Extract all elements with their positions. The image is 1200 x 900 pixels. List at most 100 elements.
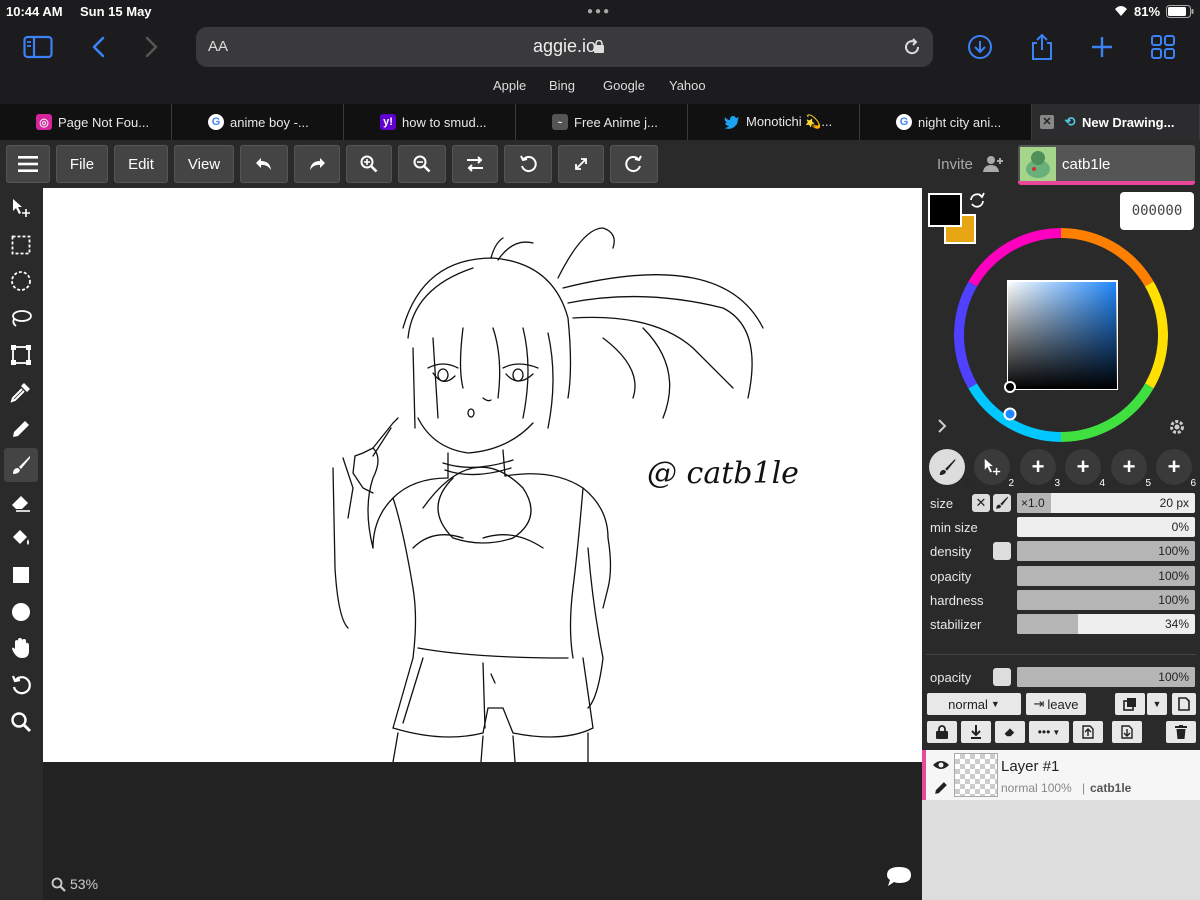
transform-tool[interactable]: [4, 338, 38, 372]
fill-tool[interactable]: [4, 521, 38, 555]
rect-select-tool[interactable]: [4, 228, 38, 262]
layer-item[interactable]: Layer #1 normal 100% | catb1le: [922, 750, 1200, 800]
blend-mode-select[interactable]: normal ▼: [927, 693, 1021, 715]
brush-preset-2[interactable]: 2: [974, 449, 1014, 489]
rotate-tool[interactable]: [4, 668, 38, 702]
favorite-apple[interactable]: Apple: [493, 78, 526, 93]
density-checkbox[interactable]: [993, 542, 1011, 560]
reload-icon[interactable]: [902, 37, 922, 57]
brush-preset-5[interactable]: +5: [1111, 449, 1151, 489]
opacity-slider[interactable]: 100%: [1017, 566, 1195, 586]
tab-free-anime[interactable]: ~ Free Anime j...: [516, 104, 688, 140]
zoom-indicator[interactable]: 53%: [51, 876, 98, 892]
new-layer-button[interactable]: [1172, 693, 1196, 715]
edit-button[interactable]: Edit: [114, 145, 168, 183]
stabilizer-slider[interactable]: 34%: [1017, 614, 1195, 634]
brush-tool[interactable]: [4, 448, 38, 482]
rotate-right-button[interactable]: [610, 145, 658, 183]
min-size-slider[interactable]: 0%: [1017, 517, 1195, 537]
brush-preset-3[interactable]: +3: [1020, 449, 1060, 489]
leave-label: leave: [1047, 696, 1079, 712]
eyedropper-tool[interactable]: [4, 375, 38, 409]
hex-color-input[interactable]: 000000: [1120, 192, 1194, 230]
clear-layer-button[interactable]: [995, 721, 1025, 743]
share-icon[interactable]: [1024, 30, 1060, 64]
menu-button[interactable]: [6, 145, 50, 183]
tab-overview-icon[interactable]: [1145, 30, 1181, 64]
zoom-in-button[interactable]: [346, 145, 392, 183]
back-icon[interactable]: [80, 30, 116, 64]
sidebar-toggle-icon[interactable]: [20, 30, 56, 64]
leave-button[interactable]: ⇥ leave: [1026, 693, 1086, 715]
merge-down-button[interactable]: [961, 721, 991, 743]
gear-icon[interactable]: [1168, 418, 1186, 436]
downloads-icon[interactable]: [962, 30, 998, 64]
brush-preset-1[interactable]: 1: [929, 449, 969, 489]
new-tab-icon[interactable]: [1084, 30, 1120, 64]
favorites-bar: Apple Bing Google Yahoo: [0, 74, 1200, 98]
close-tab-icon[interactable]: ✕: [1040, 115, 1054, 129]
user-badge[interactable]: catb1le: [1018, 145, 1195, 185]
add-user-icon[interactable]: [983, 155, 1003, 173]
size-brush-icon[interactable]: [993, 494, 1011, 512]
drawing-canvas[interactable]: @ catb1le: [43, 188, 922, 762]
primary-color-swatch[interactable]: [928, 193, 962, 227]
file-button[interactable]: File: [56, 145, 108, 183]
move-tool[interactable]: [4, 191, 38, 225]
favorite-yahoo[interactable]: Yahoo: [669, 78, 706, 93]
pencil-tool[interactable]: [4, 412, 38, 446]
color-wheel[interactable]: [954, 228, 1168, 442]
zoom-tool[interactable]: [4, 705, 38, 739]
export-layer-button[interactable]: [1112, 721, 1142, 743]
favorite-bing[interactable]: Bing: [549, 78, 575, 93]
fit-screen-button[interactable]: [558, 145, 604, 183]
delete-layer-button[interactable]: [1166, 721, 1196, 743]
tab-night-city[interactable]: G night city ani...: [860, 104, 1032, 140]
duplicate-options-button[interactable]: ▼: [1147, 693, 1167, 715]
forward-icon[interactable]: [134, 30, 170, 64]
ellipse-select-tool[interactable]: [4, 264, 38, 298]
eyedropper-icon: [10, 383, 30, 403]
density-slider[interactable]: 100%: [1017, 541, 1195, 561]
swap-colors-icon[interactable]: [968, 192, 986, 208]
redo-button[interactable]: [294, 145, 340, 183]
tab-monotichi[interactable]: Monotichi 💫...: [688, 104, 860, 140]
tab-how-to-smudge[interactable]: y! how to smud...: [344, 104, 516, 140]
brush-preset-6[interactable]: +6: [1156, 449, 1196, 489]
brush-number: 5: [1145, 478, 1151, 489]
eraser-tool[interactable]: [4, 485, 38, 519]
rotate-left-button[interactable]: [504, 145, 552, 183]
zoom-out-button[interactable]: [398, 145, 446, 183]
invite-button[interactable]: Invite: [937, 156, 973, 173]
import-layer-button[interactable]: [1073, 721, 1103, 743]
ellipse-tool[interactable]: [4, 595, 38, 629]
lock-layer-button[interactable]: [927, 721, 957, 743]
chat-button[interactable]: [886, 866, 912, 888]
size-slider[interactable]: ×1.0 20 px: [1017, 493, 1195, 513]
layer-opacity-label: opacity: [930, 670, 972, 685]
hand-tool[interactable]: [4, 631, 38, 665]
tab-new-drawing[interactable]: ✕ ⟲ New Drawing...: [1032, 104, 1200, 140]
move-icon: [984, 458, 1001, 476]
flip-button[interactable]: [452, 145, 498, 183]
url-text[interactable]: aggie.io: [196, 36, 933, 57]
undo-button[interactable]: [240, 145, 288, 183]
brush-preset-4[interactable]: +4: [1065, 449, 1105, 489]
address-bar[interactable]: AA aggie.io: [196, 27, 933, 67]
hardness-slider[interactable]: 100%: [1017, 590, 1195, 610]
tab-page-not-found[interactable]: ◎ Page Not Fou...: [0, 104, 172, 140]
chevron-right-icon[interactable]: [937, 419, 947, 433]
duplicate-layer-button[interactable]: [1115, 693, 1145, 715]
favorite-google[interactable]: Google: [603, 78, 645, 93]
layer-opacity-slider[interactable]: 100%: [1017, 667, 1195, 687]
rectangle-tool[interactable]: [4, 558, 38, 592]
tab-anime-boy[interactable]: G anime boy -...: [172, 104, 344, 140]
more-options-button[interactable]: ••• ▼: [1029, 721, 1069, 743]
layer-opacity-checkbox[interactable]: [993, 668, 1011, 686]
view-button[interactable]: View: [174, 145, 234, 183]
size-pressure-off-icon[interactable]: ✕: [972, 494, 990, 512]
lasso-tool[interactable]: [4, 301, 38, 335]
eye-icon[interactable]: [932, 759, 950, 771]
pencil-icon: [933, 780, 949, 796]
multitask-dots-icon[interactable]: ●●●: [587, 6, 611, 17]
